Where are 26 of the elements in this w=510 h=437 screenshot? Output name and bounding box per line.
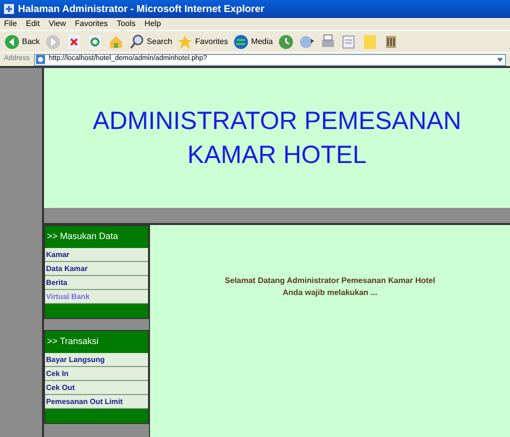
window-title: Halaman Administrator - Microsoft Internet Explorer (18, 2, 264, 16)
menu-item[interactable]: View (48, 18, 66, 30)
clock-icon[interactable] (278, 34, 294, 50)
search-icon[interactable] (128, 34, 145, 50)
welcome-text: Anda wajib melakukan ... (282, 287, 378, 299)
printer-icon[interactable] (320, 34, 336, 50)
menu-item[interactable]: Tools (116, 18, 136, 30)
document-icon[interactable] (340, 34, 357, 50)
dropdown-icon[interactable] (496, 56, 504, 64)
browser-icon (4, 4, 14, 14)
menu-item[interactable]: Edit (26, 18, 40, 30)
page-x-icon[interactable] (66, 34, 82, 50)
menu-item[interactable]: File (4, 18, 17, 30)
toolbar-button-label[interactable]: Favorites (195, 36, 228, 48)
header-title: KAMAR HOTEL (187, 140, 367, 171)
toolbar-button-label[interactable]: Media (251, 36, 273, 48)
page-refresh-icon[interactable] (86, 34, 103, 50)
page-icon (36, 55, 45, 64)
star-icon[interactable] (177, 34, 194, 50)
menu-item[interactable]: Help (144, 18, 161, 30)
welcome-text: Selamat Datang Administrator Pemesanan Kamar Hotel (224, 275, 436, 287)
header-title: ADMINISTRATOR PEMESANAN (92, 106, 462, 137)
menu-item[interactable]: Favorites (74, 18, 108, 30)
toolbar-button-label[interactable]: Back (22, 36, 40, 48)
house-icon[interactable] (108, 34, 124, 50)
toolbar-button-label[interactable]: Search (146, 36, 172, 48)
